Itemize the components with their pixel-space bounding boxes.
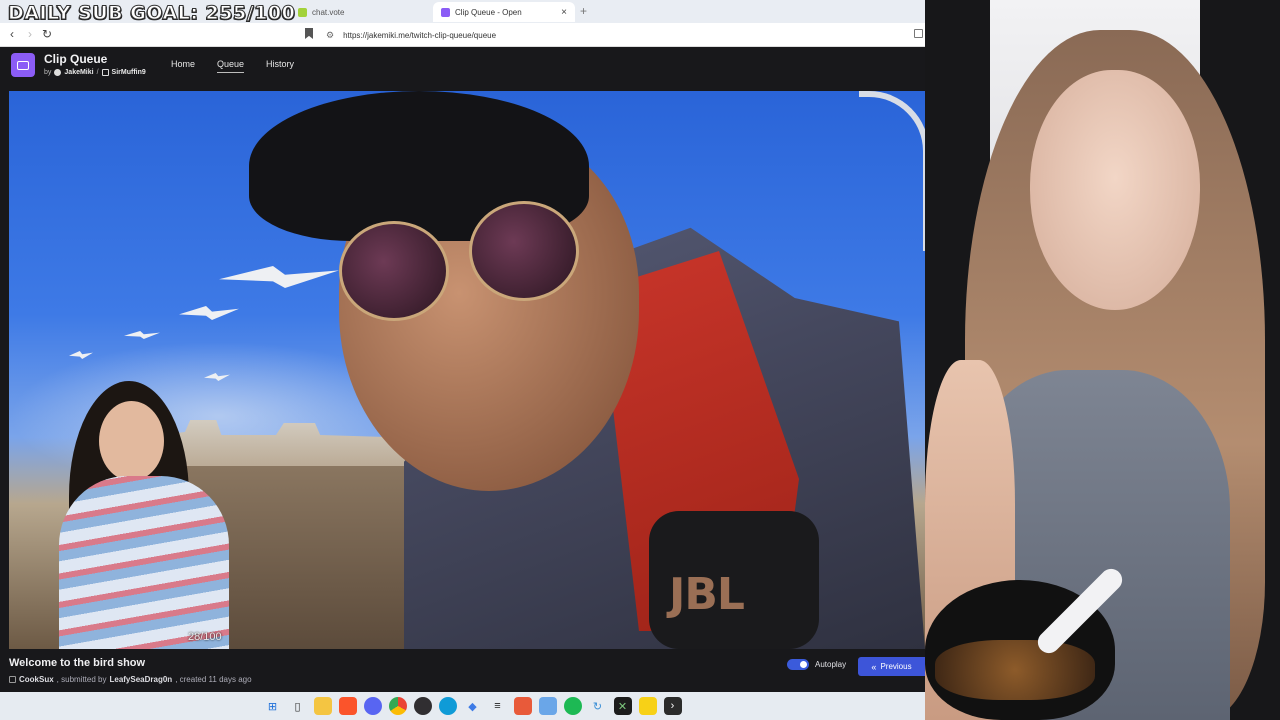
tab-label: chat.vote bbox=[312, 7, 345, 17]
previous-button[interactable]: « Previous bbox=[858, 657, 925, 676]
terminal-x-icon[interactable]: ✕ bbox=[613, 697, 632, 715]
bird-image bbox=[179, 306, 239, 320]
byline: by JakeMiki / SirMuffin9 bbox=[44, 69, 146, 76]
windows-taskbar: ⊞ ▯ ◆ ≡ ↻ ✕ › bbox=[0, 692, 925, 720]
back-icon[interactable]: ‹ bbox=[5, 27, 19, 41]
video-railing bbox=[859, 91, 925, 251]
video-speaker-logo: JBL bbox=[669, 569, 745, 620]
notepad-icon[interactable] bbox=[538, 697, 557, 715]
nav-history[interactable]: History bbox=[266, 59, 294, 73]
tab-strip: DAILY SUB GOAL: 255/100 chat.vote Clip Q… bbox=[0, 0, 925, 25]
by-label: by bbox=[44, 69, 52, 76]
tab-close-icon[interactable]: × bbox=[561, 7, 567, 18]
twitch-icon bbox=[9, 676, 16, 683]
brave-icon[interactable] bbox=[338, 697, 357, 715]
chat-vote-favicon-icon bbox=[298, 7, 307, 17]
file-explorer-icon[interactable] bbox=[313, 697, 332, 715]
video-woman bbox=[49, 381, 249, 649]
new-tab-icon[interactable]: + bbox=[580, 4, 587, 18]
clip-submitter: LeafySeaDrag0n bbox=[109, 675, 173, 684]
github-icon bbox=[54, 69, 62, 76]
webcam-food bbox=[935, 640, 1095, 700]
windows-start-icon[interactable]: ⊞ bbox=[264, 697, 282, 715]
previous-chevron-icon: « bbox=[871, 661, 877, 672]
nav-home[interactable]: Home bbox=[171, 59, 195, 73]
sub-goal-overlay: DAILY SUB GOAL: 255/100 bbox=[7, 2, 296, 25]
bookmark-icon[interactable] bbox=[305, 28, 313, 39]
screen: DAILY SUB GOAL: 255/100 chat.vote Clip Q… bbox=[0, 0, 1280, 720]
chrome-icon[interactable] bbox=[388, 697, 407, 715]
browser-window: DAILY SUB GOAL: 255/100 chat.vote Clip Q… bbox=[0, 0, 925, 692]
autoplay-toggle[interactable] bbox=[787, 659, 809, 670]
address-bar: ‹ › ↻ ⚙ https://jakemiki.me/twitch-clip-… bbox=[0, 23, 925, 47]
epic-icon[interactable]: ≡ bbox=[489, 697, 507, 715]
author-sirmuffin[interactable]: SirMuffin9 bbox=[112, 69, 146, 76]
site-info-icon[interactable]: ⚙ bbox=[326, 30, 334, 41]
submitted-by-label: , submitted by bbox=[56, 675, 107, 684]
bird-image bbox=[219, 266, 339, 288]
main-nav: Home Queue History bbox=[171, 59, 316, 73]
search-icon[interactable]: ▯ bbox=[289, 697, 307, 715]
tab-chat-vote[interactable]: chat.vote bbox=[290, 2, 430, 22]
tv-logo-icon bbox=[11, 53, 35, 77]
clip-info: Welcome to the bird show CookSux , submi… bbox=[0, 649, 925, 692]
autoplay-label: Autoplay bbox=[815, 660, 847, 669]
url-field[interactable]: ⚙ https://jakemiki.me/twitch-clip-queue/… bbox=[326, 27, 916, 43]
app-title: Clip Queue bbox=[44, 52, 108, 66]
webcam-face bbox=[1030, 70, 1200, 310]
obs-icon[interactable] bbox=[413, 697, 432, 715]
edge-icon[interactable] bbox=[438, 697, 457, 715]
open-in-app-icon[interactable] bbox=[914, 29, 923, 38]
forward-icon[interactable]: › bbox=[23, 27, 37, 41]
video-sunglasses bbox=[339, 201, 599, 321]
clip-queue-favicon-icon bbox=[441, 7, 450, 17]
clip-queue-app: Clip Queue by JakeMiki / SirMuffin9 Home… bbox=[0, 47, 925, 692]
twitch-icon bbox=[101, 69, 109, 76]
queue-counter: 28/100 bbox=[188, 631, 222, 643]
clip-subtitle: CookSux , submitted by LeafySeaDrag0n , … bbox=[9, 675, 252, 684]
nav-queue[interactable]: Queue bbox=[217, 59, 245, 73]
spotify-icon[interactable] bbox=[563, 697, 582, 715]
refresh-app-icon[interactable]: ↻ bbox=[589, 697, 607, 715]
clip-video-player[interactable]: JBL 28/100 bbox=[9, 91, 925, 649]
clip-title: Welcome to the bird show bbox=[9, 657, 146, 669]
tab-clip-queue[interactable]: Clip Queue - Open × bbox=[433, 2, 575, 22]
byline-separator: / bbox=[96, 69, 99, 76]
url-text: https://jakemiki.me/twitch-clip-queue/qu… bbox=[343, 30, 497, 40]
previous-label: Previous bbox=[880, 662, 912, 671]
terminal-icon[interactable]: › bbox=[663, 697, 682, 715]
streamer-webcam bbox=[925, 0, 1280, 720]
app-header: Clip Queue by JakeMiki / SirMuffin9 Home… bbox=[0, 47, 925, 83]
brave-alt-icon[interactable] bbox=[513, 697, 532, 715]
clip-channel[interactable]: CookSux bbox=[19, 675, 54, 684]
bird-image bbox=[124, 331, 160, 339]
discord-icon[interactable] bbox=[363, 697, 382, 715]
author-jakemiki[interactable]: JakeMiki bbox=[64, 69, 93, 76]
reload-icon[interactable]: ↻ bbox=[40, 27, 54, 41]
autoplay-control[interactable]: Autoplay bbox=[787, 659, 846, 670]
clip-created: , created 11 days ago bbox=[175, 675, 252, 684]
vpn-icon[interactable]: ◆ bbox=[464, 697, 482, 715]
yellow-app-icon[interactable] bbox=[638, 697, 657, 715]
tab-label: Clip Queue - Open bbox=[455, 7, 522, 17]
